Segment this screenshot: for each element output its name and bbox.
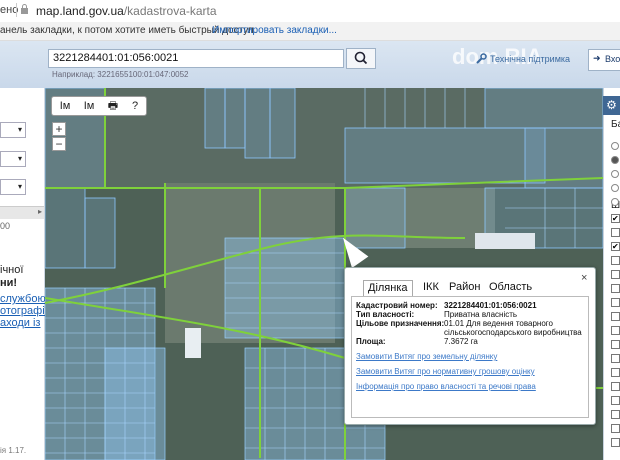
chevron-down-icon: ▾ (17, 125, 22, 134)
search-input[interactable]: 3221284401:01:056:0021 (48, 49, 344, 68)
import-bookmarks-link[interactable]: Импортировать закладки... (212, 25, 337, 36)
lock-icon (21, 4, 28, 14)
layer-checkbox[interactable] (611, 228, 620, 237)
layer-select-3[interactable]: ▾ (0, 179, 26, 195)
layer-checkbox[interactable] (611, 340, 620, 349)
search-example: Наприклад: 3221655100:01:047:0052 (52, 70, 189, 79)
layer-checkbox[interactable] (611, 410, 620, 419)
layer-checkbox[interactable] (611, 354, 620, 363)
version-text: ія 1.17. (0, 446, 27, 455)
building (475, 233, 535, 249)
bookmarks-bar: анель закладки, к потом хотите иметь быс… (0, 22, 620, 41)
order-valuation-link[interactable]: Замовити Витяг про нормативну грошову оц… (356, 367, 535, 376)
field-label: Площа: (356, 337, 386, 346)
ownership-type: Приватна власність (444, 310, 518, 319)
url-host: map.land.gov.ua (36, 4, 124, 18)
zoom-out-button[interactable]: − (52, 137, 66, 151)
panel-text: ічної (0, 264, 24, 276)
layer-select-1[interactable]: ▾ (0, 122, 26, 138)
order-extract-link[interactable]: Замовити Витяг про земельну ділянку (356, 352, 497, 361)
tab-district[interactable]: Район (445, 280, 484, 296)
tech-support-link[interactable]: Технічна підтримка (490, 54, 570, 64)
layer-checkbox[interactable] (611, 424, 620, 433)
print-button[interactable]: 🖶 (102, 97, 124, 115)
url-field[interactable]: map.land.gov.ua/kadastrova-karta (36, 4, 217, 18)
layer-select-2[interactable]: ▾ (0, 151, 26, 167)
layer-checkbox[interactable]: ✔ (611, 214, 620, 223)
zoom-in-button[interactable]: + (52, 122, 66, 136)
search-icon (354, 51, 368, 65)
layer-checkbox[interactable] (611, 312, 620, 321)
panel-link[interactable]: отографії (0, 305, 48, 317)
field-label: Тип власності: (356, 310, 415, 319)
scroll-right-icon: ▸ (37, 207, 42, 216)
layer-checkbox[interactable] (611, 382, 620, 391)
panel-link[interactable]: аходи із (0, 317, 40, 329)
basemap-radio[interactable] (611, 156, 619, 164)
layer-checkbox[interactable] (611, 256, 620, 265)
layer-checkbox[interactable] (611, 368, 620, 377)
layer-checkbox[interactable] (611, 326, 620, 335)
browser-address-bar: ено map.land.gov.ua/kadastrova-karta (0, 0, 620, 23)
close-icon[interactable]: × (581, 272, 587, 284)
signin-icon: ➜ (593, 53, 601, 63)
layer-checkbox[interactable] (611, 438, 620, 447)
measure-length-button[interactable]: Iм (54, 97, 76, 115)
gear-icon[interactable]: ⚙ (603, 96, 620, 115)
signin-label: Вхо (605, 54, 620, 64)
field-label: Цільове призначення: (356, 319, 445, 328)
help-cursor-button[interactable]: ? (124, 97, 146, 115)
tab-parcel[interactable]: Ділянка (363, 280, 413, 297)
basemap-radio[interactable] (611, 142, 619, 150)
divider (16, 3, 17, 17)
wrench-icon (476, 53, 487, 64)
panel-text: 00 (0, 221, 11, 231)
layer-checkbox[interactable] (611, 270, 620, 279)
panel-heading: Ба (611, 119, 620, 130)
tab-region[interactable]: Область (485, 280, 536, 296)
building (185, 328, 201, 358)
area-value: 7.3672 га (444, 337, 478, 346)
search-button[interactable] (346, 48, 376, 69)
panel-text: ни! (0, 277, 18, 289)
basemap-radio[interactable] (611, 170, 619, 178)
chevron-down-icon: ▾ (17, 154, 22, 163)
layer-checkbox[interactable] (611, 298, 620, 307)
parcel-details: Кадастровий номер: 3221284401:01:056:002… (351, 296, 589, 418)
measure-area-button[interactable]: Iм (78, 97, 100, 115)
signin-button[interactable]: ➜ Вхо (588, 49, 620, 71)
land-purpose: 01.01 Для ведення товарного сільськогосп… (444, 319, 582, 337)
layer-checkbox[interactable] (611, 396, 620, 405)
layer-checkbox[interactable] (611, 284, 620, 293)
tab-ikk[interactable]: ІКК (419, 280, 443, 296)
map-toolbar: Iм Iм 🖶 ? (51, 96, 147, 116)
basemap-radio[interactable] (611, 184, 619, 192)
chevron-down-icon: ▾ (17, 182, 22, 191)
basemap-radio[interactable] (611, 198, 619, 206)
site-header: 3221284401:01:056:0021 Наприклад: 322165… (0, 41, 620, 89)
parcel-info-popup: × Ділянка ІКК Район Область Кадастровий … (344, 267, 596, 425)
url-path: /kadastrova-karta (123, 4, 217, 18)
layer-checkbox[interactable]: ✔ (611, 242, 620, 251)
horizontal-scrollbar[interactable]: ▸ (0, 206, 44, 219)
cadastral-number: 3221284401:01:056:0021 (444, 301, 537, 310)
panel-link[interactable]: службою (0, 293, 46, 305)
field-label: Кадастровий номер: (356, 301, 438, 310)
ownership-info-link[interactable]: Інформація про право власності та речові… (356, 382, 536, 391)
left-panel: ▾ ▾ ▾ ▸ 00 ічної ни! службою отографії а… (0, 88, 48, 460)
